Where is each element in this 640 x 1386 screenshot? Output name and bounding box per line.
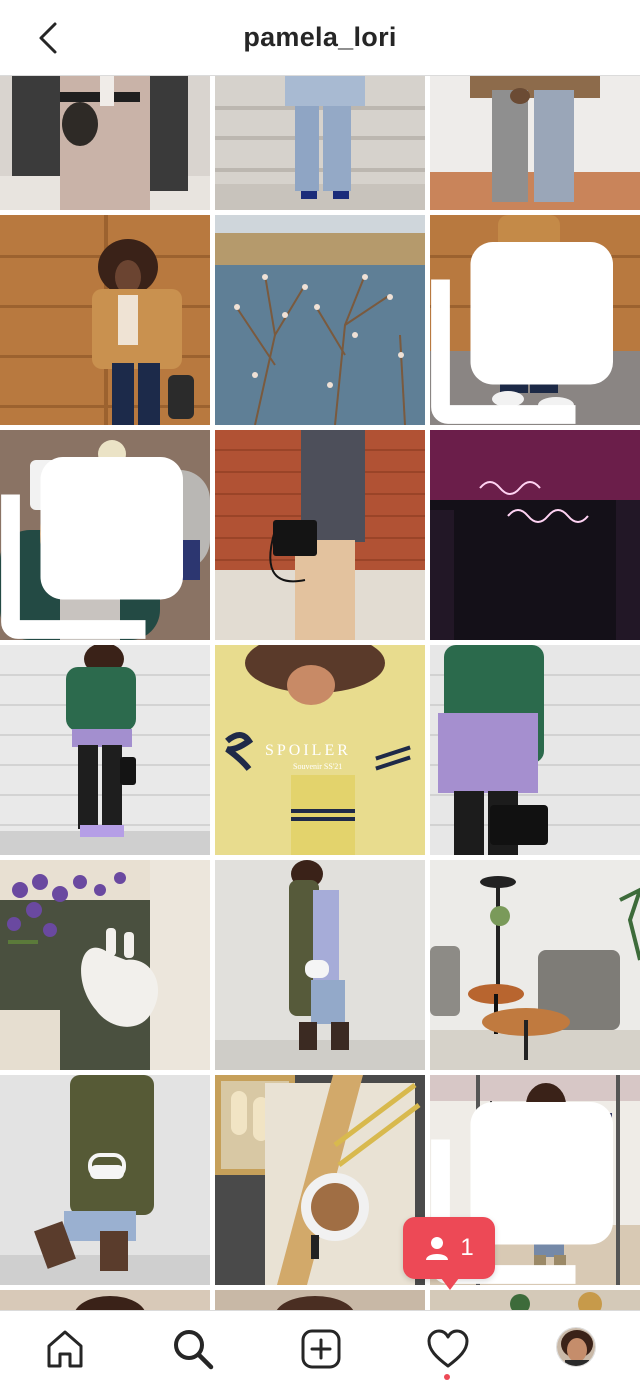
top-bar: pamela_lori — [0, 0, 640, 76]
post-thumbnail[interactable] — [0, 215, 210, 425]
new-post-icon — [301, 1329, 341, 1369]
app-screen: pamela_lori SPOILER Souvenir SS'21 1 — [0, 0, 640, 1386]
profile-avatar[interactable] — [556, 1327, 596, 1367]
post-thumbnail[interactable] — [430, 430, 640, 640]
tab-activity[interactable] — [424, 1325, 472, 1373]
tab-search[interactable] — [169, 1325, 217, 1373]
multiple-posts-icon — [431, 242, 613, 424]
post-thumbnail[interactable] — [0, 645, 210, 855]
post-thumbnail[interactable] — [430, 76, 640, 210]
post-thumbnail[interactable] — [430, 215, 640, 425]
post-thumbnail[interactable] — [0, 860, 210, 1070]
post-thumbnail[interactable]: SPOILER Souvenir SS'21 — [215, 645, 425, 855]
post-thumbnail[interactable] — [215, 76, 425, 210]
post-thumbnail[interactable] — [0, 76, 210, 210]
tab-new-post[interactable] — [297, 1325, 345, 1373]
search-icon — [174, 1330, 214, 1370]
bottom-tab-bar — [0, 1310, 640, 1386]
profile-username-title: pamela_lori — [243, 22, 397, 52]
multiple-posts-icon — [1, 457, 183, 639]
post-thumbnail[interactable] — [215, 215, 425, 425]
spoiler-overlay-text: SPOILER — [265, 742, 351, 759]
activity-unread-dot — [444, 1374, 450, 1380]
post-thumbnail[interactable] — [430, 1290, 640, 1310]
posts-grid: SPOILER Souvenir SS'21 — [0, 76, 640, 1310]
post-thumbnail[interactable] — [0, 430, 210, 640]
activity-notification-bubble[interactable]: 1 — [403, 1217, 495, 1290]
home-icon — [47, 1330, 83, 1368]
post-thumbnail[interactable] — [0, 1290, 210, 1310]
spoiler-overlay-subtext: Souvenir SS'21 — [293, 762, 342, 771]
post-thumbnail[interactable] — [215, 430, 425, 640]
tab-home[interactable] — [41, 1325, 89, 1373]
post-thumbnail[interactable] — [215, 1075, 425, 1285]
post-thumbnail[interactable] — [215, 860, 425, 1070]
post-thumbnail[interactable] — [0, 1075, 210, 1285]
activity-heart-icon — [427, 1329, 469, 1368]
post-thumbnail[interactable] — [215, 1290, 425, 1310]
post-thumbnail[interactable] — [430, 645, 640, 855]
notification-count: 1 — [460, 1234, 474, 1261]
person-icon — [426, 1237, 449, 1260]
post-thumbnail[interactable] — [430, 860, 640, 1070]
